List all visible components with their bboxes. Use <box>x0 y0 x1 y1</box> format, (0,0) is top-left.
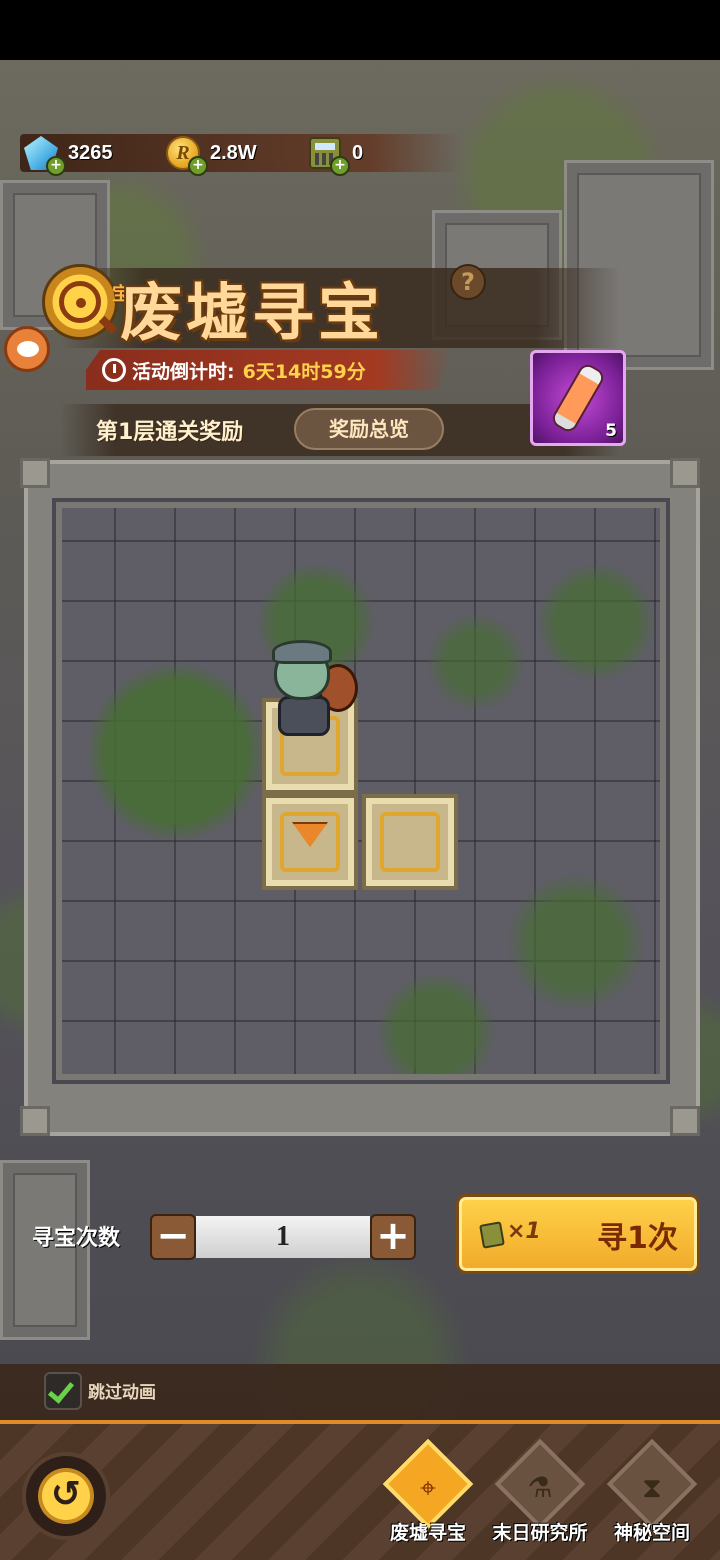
calculator-icon: + <box>306 134 350 176</box>
microscope-icon: ⚗ <box>527 1471 553 1504</box>
diamond-currency[interactable]: + 3265 <box>22 134 113 176</box>
tab-label: 废墟寻宝 <box>389 1522 466 1544</box>
clock-icon <box>102 358 126 382</box>
calculator-value: 0 <box>352 141 364 164</box>
skip-animation-label: 跳过动画 <box>88 1383 156 1403</box>
decrease-count-button[interactable]: − <box>150 1214 196 1260</box>
countdown-value: 6天14时59分 <box>242 360 366 383</box>
treasure-board[interactable] <box>52 498 670 1084</box>
zombie-character <box>266 640 362 750</box>
search-count-field[interactable]: 1 <box>196 1216 370 1258</box>
coin-value: 2.8W <box>210 141 257 164</box>
check-icon <box>47 1376 75 1404</box>
help-icon[interactable]: ? <box>450 264 486 300</box>
coin-icon: R + <box>164 134 208 176</box>
back-button[interactable]: ↺ <box>22 1452 110 1540</box>
coin-currency[interactable]: R + 2.8W <box>164 134 257 176</box>
add-diamond-icon[interactable]: + <box>46 156 66 176</box>
diamond-icon: + <box>22 134 66 176</box>
potion-tube-icon <box>549 361 607 435</box>
magnifier-target-icon: ⌖ <box>420 1471 436 1504</box>
reward-overview-button[interactable]: 奖励总览 <box>294 408 444 450</box>
skip-animation-checkbox[interactable] <box>44 1372 82 1410</box>
back-arrow-icon: ↺ <box>38 1468 94 1524</box>
page-title: 废墟寻宝 <box>120 276 385 349</box>
add-coin-icon[interactable]: + <box>188 156 208 176</box>
countdown-banner: 活动倒计时: 6天14时59分 <box>86 350 452 390</box>
exit-tile[interactable] <box>262 794 358 890</box>
search-cost: ×1 <box>507 1219 541 1244</box>
increase-count-button[interactable]: + <box>370 1214 416 1260</box>
search-count-label: 寻宝次数 <box>32 1226 121 1251</box>
reward-item-count: 5 <box>605 421 617 441</box>
tab-mystery-space[interactable]: ⧗ 神秘空间 <box>600 1438 700 1556</box>
search-button-label: 寻1次 <box>597 1221 678 1256</box>
tab-doomsday-lab[interactable]: ⚗ 末日研究所 <box>488 1438 588 1556</box>
calculator-icon <box>479 1221 505 1249</box>
hourglass-icon: ⧗ <box>642 1471 662 1504</box>
add-calculator-icon[interactable]: + <box>330 156 350 176</box>
tab-ruins-treasure[interactable]: ⌖ 废墟寻宝 <box>376 1438 476 1556</box>
board-corner <box>20 1106 50 1136</box>
board-corner <box>20 458 50 488</box>
magnifier-target-icon <box>42 264 118 340</box>
countdown-label: 活动倒计时: <box>132 360 235 383</box>
board-corner <box>670 458 700 488</box>
reward-item[interactable]: 5 <box>530 350 626 446</box>
board-corner <box>670 1106 700 1136</box>
tab-label: 末日研究所 <box>492 1522 588 1544</box>
revealed-tile[interactable] <box>362 794 458 890</box>
diamond-value: 3265 <box>68 141 113 164</box>
search-once-button[interactable]: ×1 寻1次 <box>456 1194 700 1274</box>
mascot-icon[interactable] <box>4 326 50 372</box>
tab-label: 神秘空间 <box>613 1522 690 1544</box>
status-bar <box>0 0 720 60</box>
calculator-currency[interactable]: + 0 <box>306 134 364 176</box>
reward-label: 第1层通关奖励 <box>96 420 244 445</box>
